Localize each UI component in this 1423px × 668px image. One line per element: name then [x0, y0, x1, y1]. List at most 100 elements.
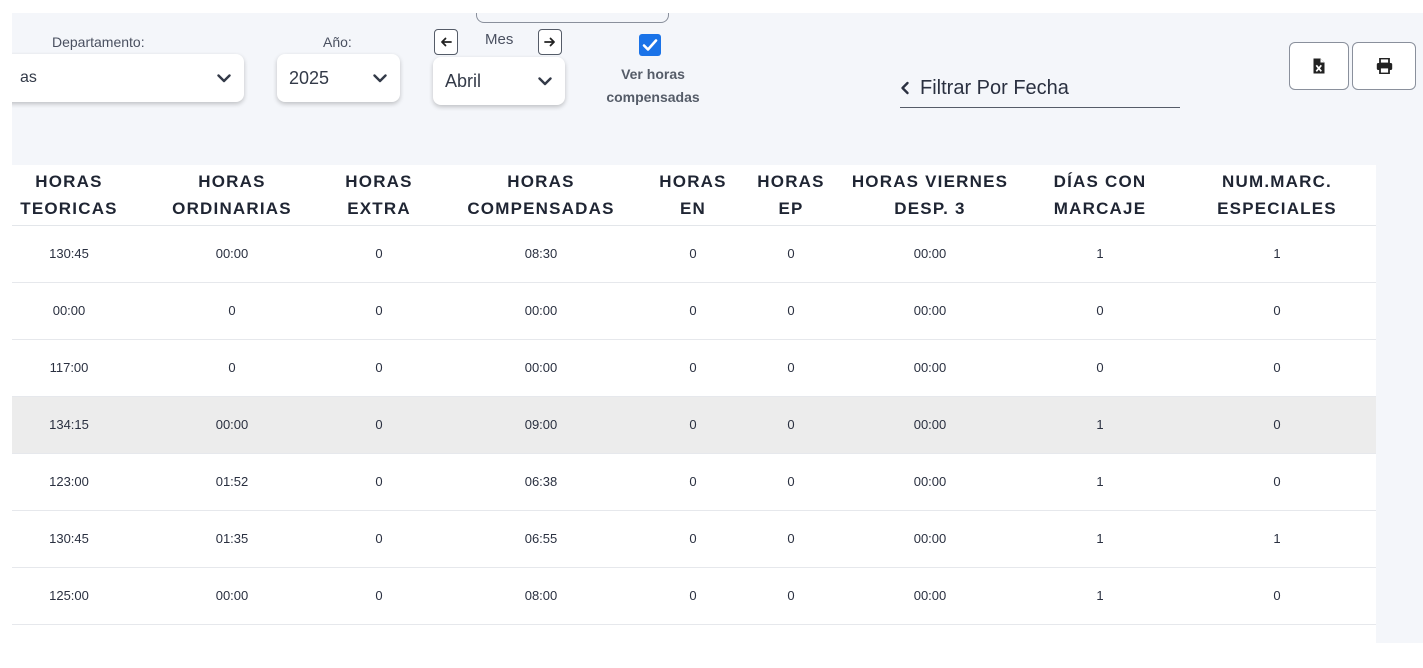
table-cell: 06:38 — [524, 474, 558, 489]
table-cell: 0 — [689, 303, 697, 318]
column-header: HORAS EN — [648, 165, 738, 225]
table-row[interactable]: 123:00 01:52 0 06:38 0 0 00:00 1 0 — [12, 454, 1376, 511]
departamento-value: as — [20, 69, 37, 86]
column-header-line: HORAS — [659, 172, 727, 191]
table-cell: 0 — [375, 246, 383, 261]
table-body: 130:45 00:00 0 08:30 0 0 00:00 1 1 00:00 0 0 00:00 0 0… — [12, 226, 1376, 643]
table-cell: 0 — [1192, 625, 1362, 643]
column-header-line: DESP. 3 — [894, 199, 966, 218]
table-cell: 0 — [1273, 360, 1281, 375]
column-header-label: HORAS COMPENSADAS — [467, 168, 614, 222]
table-cell: 0 — [1096, 303, 1104, 318]
table-cell: 130:45 — [49, 531, 89, 546]
column-header: HORAS ORDINARIAS — [147, 165, 317, 225]
table-cell: 0 — [1273, 417, 1281, 432]
table-cell: 1 — [1096, 246, 1104, 261]
table-cell: 00:00 — [913, 303, 947, 318]
column-header: DÍAS CON MARCAJE — [1025, 165, 1175, 225]
filtrar-por-fecha-label: Filtrar Por Fecha — [920, 76, 1069, 99]
table-cell: 00:00 — [913, 417, 947, 432]
column-header-line: NUM.MARC. — [1222, 172, 1332, 191]
ver-horas-checkbox[interactable] — [639, 34, 661, 56]
mes-select[interactable]: Abril — [433, 57, 565, 105]
table-cell: 0 — [787, 246, 795, 261]
arrow-right-icon — [544, 37, 555, 47]
table-cell: 0 — [1273, 474, 1281, 489]
column-header-label: HORAS TEORICAS — [20, 168, 117, 222]
print-button[interactable] — [1352, 42, 1416, 90]
column-header: HORAS COMPENSADAS — [446, 165, 636, 225]
chevron-down-icon — [216, 70, 232, 86]
departamento-select[interactable]: as — [12, 54, 244, 102]
table-cell: 08:00 — [524, 588, 558, 603]
table-cell: 0 — [375, 360, 383, 375]
column-header: HORAS EP — [746, 165, 836, 225]
column-header: HORAS EXTRA — [324, 165, 434, 225]
table-cell: 0 — [375, 531, 383, 546]
column-header-line: HORAS — [757, 172, 825, 191]
table-cell: 01:52 — [215, 474, 249, 489]
table-cell: 00:00 — [913, 531, 947, 546]
column-header-line: DÍAS CON — [1053, 172, 1147, 191]
column-header-line: EXTRA — [347, 199, 411, 218]
table-cell: 08:30 — [524, 246, 558, 261]
table-cell: 1 — [1096, 417, 1104, 432]
table-cell: 0 — [689, 588, 697, 603]
column-header-line: HORAS — [35, 172, 103, 191]
table-row[interactable]: 125:0000:00008:000000:0010 — [12, 568, 1376, 625]
column-header: NUM.MARC. ESPECIALES — [1192, 165, 1362, 225]
export-excel-button[interactable] — [1289, 42, 1349, 90]
table-row[interactable]: 134:15 00:00 0 09:00 0 0 00:00 1 0 — [12, 397, 1376, 454]
chevron-left-icon — [901, 81, 909, 95]
table-row[interactable]: 130:45 00:00 0 08:30 0 0 00:00 1 1 — [12, 226, 1376, 283]
anio-select[interactable]: 2025 — [277, 54, 400, 102]
filtrar-por-fecha-toggle[interactable]: Filtrar Por Fecha — [900, 69, 1180, 108]
table-header-row: HORAS TEORICAS HORAS ORDINARIAS HORAS EXTRA HO… — [12, 165, 1376, 226]
table-row[interactable]: 117:00 0 0 00:00 0 0 00:00 0 0 — [12, 340, 1376, 397]
table-cell: 00:00 — [215, 588, 249, 603]
table-cell: 00:00 — [913, 474, 947, 489]
table-row[interactable]: 130:45 01:35 0 06:55 0 0 00:00 1 1 — [12, 511, 1376, 568]
hours-table: HORAS TEORICAS HORAS ORDINARIAS HORAS EXTRA HO… — [12, 165, 1376, 643]
table-cell: 1 — [1273, 246, 1281, 261]
table-cell: 0 — [787, 588, 795, 603]
column-header-label: HORAS EN — [659, 168, 726, 222]
table-cell: 0 — [746, 625, 836, 643]
anio-label: Año: — [323, 34, 352, 50]
table-cell: 00:00 — [913, 360, 947, 375]
table-cell: 125:00 — [49, 588, 89, 603]
table-row[interactable]: 125:0000:00008:000000:0010 — [12, 625, 1376, 643]
table-cell: 0 — [648, 625, 738, 643]
table-cell: 01:35 — [215, 531, 249, 546]
next-month-button[interactable] — [538, 29, 562, 55]
table-cell: 117:00 — [49, 360, 89, 375]
table-cell: 0 — [1273, 588, 1281, 603]
app-viewport: Departamento: as Año: 2025 Mes Abril Ver… — [12, 13, 1423, 643]
table-cell: 0 — [689, 474, 697, 489]
table-cell: 00:00 — [835, 625, 1025, 643]
table-cell: 134:15 — [49, 417, 89, 432]
table-cell: 0 — [689, 531, 697, 546]
table-cell: 0 — [787, 303, 795, 318]
ver-horas-label-line1: Ver horas — [621, 66, 685, 82]
table-cell: 0 — [787, 531, 795, 546]
column-header-line: EP — [778, 199, 804, 218]
table-cell: 00:00 — [913, 588, 947, 603]
table-cell: 06:55 — [524, 531, 558, 546]
table-cell: 00:00 — [215, 246, 249, 261]
table-row[interactable]: 00:00 0 0 00:00 0 0 00:00 0 0 — [12, 283, 1376, 340]
prev-month-button[interactable] — [434, 29, 458, 55]
table-cell: 0 — [324, 625, 434, 643]
column-header-label: HORAS VIERNES DESP. 3 — [852, 168, 1008, 222]
column-header-label: NUM.MARC. ESPECIALES — [1217, 168, 1337, 222]
chevron-down-icon — [537, 73, 553, 89]
table-cell: 00:00 — [524, 360, 558, 375]
column-header-line: ORDINARIAS — [172, 199, 292, 218]
table-cell: 00:00 — [147, 625, 317, 643]
column-header-line: COMPENSADAS — [467, 199, 615, 218]
table-cell: 125:00 — [12, 625, 144, 643]
column-header-line: TEORICAS — [20, 199, 118, 218]
table-cell: 00:00 — [52, 303, 86, 318]
table-cell: 08:00 — [446, 625, 636, 643]
column-header: HORAS TEORICAS — [12, 165, 144, 225]
